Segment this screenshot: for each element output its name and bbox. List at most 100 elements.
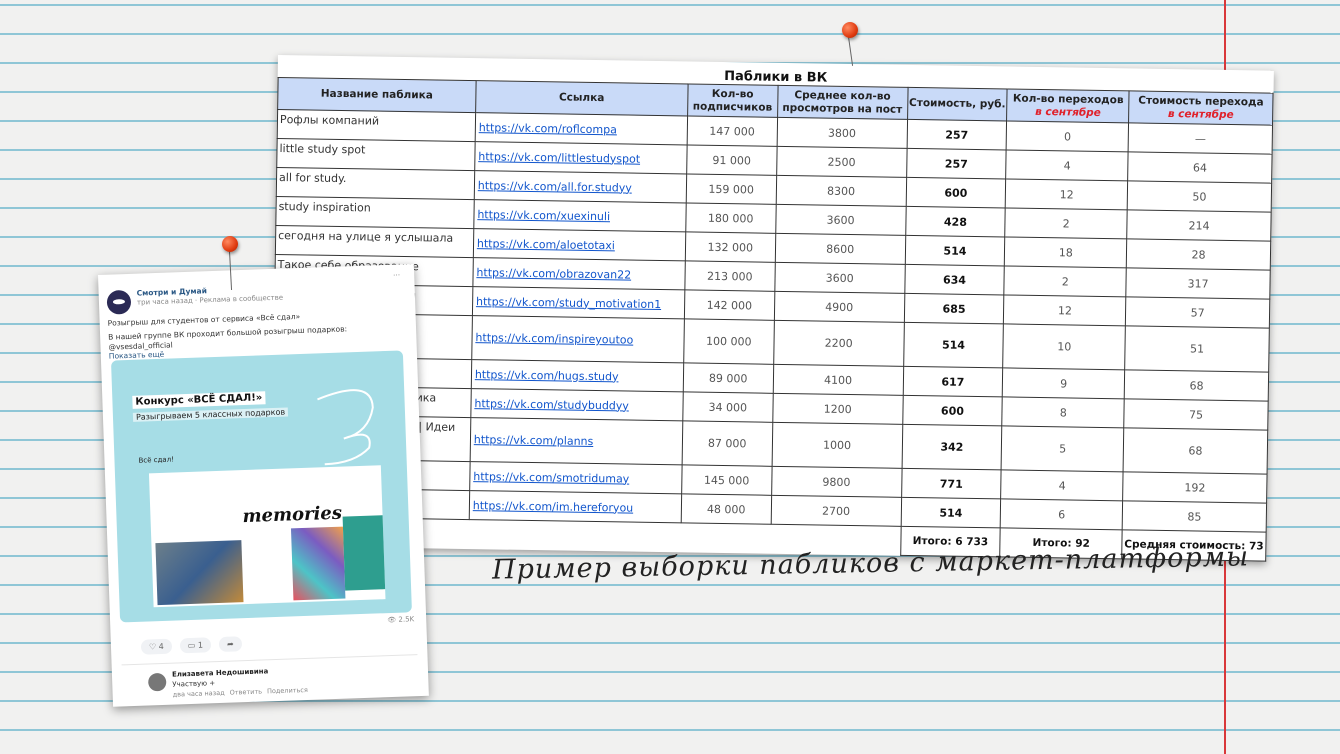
post-time: три часа назад: [136, 296, 193, 307]
cell-cost: 634: [904, 264, 1005, 295]
comment-text: Участвую +: [172, 679, 216, 689]
comment-icon: ▭: [187, 640, 196, 651]
divider: [121, 654, 418, 666]
cell-cpc: —: [1128, 122, 1273, 155]
cell-link[interactable]: https://vk.com/littlestudyspot: [474, 141, 687, 174]
cell-link[interactable]: https://vk.com/xuexinuli: [473, 199, 687, 232]
collage-poster: [290, 526, 346, 601]
cell-clicks: 2: [1005, 207, 1128, 239]
collage-book: [342, 515, 386, 591]
cell-cost: 514: [904, 235, 1006, 266]
comments-count: 1: [197, 640, 204, 650]
cell-subs: 213 000: [684, 260, 776, 292]
cell-subs: 87 000: [681, 420, 773, 467]
views-count: 👁 2.5K: [387, 615, 415, 625]
push-pin-icon: [842, 22, 858, 38]
cell-subs: 100 000: [683, 318, 775, 365]
more-options-icon[interactable]: ···: [393, 270, 400, 279]
brand-logo: Всё сдал!: [138, 455, 175, 465]
cell-subs: 159 000: [686, 173, 777, 205]
cell-link[interactable]: https://vk.com/obrazovan22: [472, 257, 686, 290]
cell-link[interactable]: https://vk.com/smotridumay: [469, 461, 682, 494]
cell-link[interactable]: https://vk.com/roflcompa: [475, 112, 688, 145]
cell-subs: 180 000: [685, 202, 776, 234]
cell-cpc: 68: [1124, 369, 1269, 402]
cell-clicks: 12: [1003, 294, 1127, 326]
cell-clicks: 5: [1001, 425, 1124, 472]
cell-cpc: 51: [1124, 325, 1270, 373]
header-clicks-label: Кол-во переходов: [1012, 92, 1124, 107]
ad-label: Реклама в сообществе: [199, 293, 284, 305]
cell-views: 4900: [774, 291, 905, 323]
header-link: Ссылка: [475, 80, 688, 116]
like-button[interactable]: ♡ 4: [140, 638, 173, 655]
cell-cpc: 57: [1125, 296, 1270, 329]
cell-clicks: 4: [1001, 469, 1124, 501]
cell-views: 3600: [775, 204, 906, 236]
comment-time: два часа назад: [172, 688, 225, 699]
contest-title: Конкурс «ВСЁ СДАЛ!»: [132, 391, 266, 409]
cell-subs: 91 000: [686, 144, 777, 176]
cell-link[interactable]: https://vk.com/studybuddyy: [470, 388, 684, 421]
cell-cpc: 68: [1123, 427, 1268, 475]
cell-cost: 771: [901, 468, 1002, 499]
cell-name: study inspiration: [275, 196, 475, 229]
group-avatar: [106, 289, 132, 315]
memories-label: memories: [242, 502, 343, 528]
cell-subs: 34 000: [682, 391, 773, 423]
reply-link[interactable]: Ответить: [230, 688, 263, 697]
cell-cost: 514: [903, 322, 1004, 368]
comment-button[interactable]: ▭ 1: [179, 637, 212, 654]
cell-views: 8600: [775, 233, 906, 265]
cell-cost: 685: [903, 293, 1005, 324]
cell-name: all for study.: [276, 167, 475, 200]
cell-clicks: 0: [1006, 120, 1129, 152]
cell-subs: 145 000: [681, 464, 772, 496]
cell-link[interactable]: https://vk.com/all.for.studyy: [474, 170, 687, 203]
cell-link[interactable]: https://vk.com/aloetotaxi: [473, 228, 686, 261]
cell-views: 4100: [772, 364, 904, 396]
cell-link[interactable]: https://vk.com/planns: [470, 417, 683, 465]
cell-cpc: 85: [1122, 500, 1267, 533]
cell-link[interactable]: https://vk.com/study_motivation1: [472, 286, 685, 319]
header-subs: Кол-во подписчиков: [687, 83, 778, 118]
cell-clicks: 6: [1000, 498, 1123, 530]
cell-name: сегодня на улице я услышала: [275, 225, 474, 258]
cell-cpc: 64: [1127, 151, 1273, 184]
cell-name: little study spot: [276, 138, 476, 171]
cell-cpc: 75: [1123, 398, 1269, 431]
share-button[interactable]: ➦: [218, 636, 242, 652]
cell-link[interactable]: https://vk.com/hugs.study: [471, 359, 684, 392]
header-cpc-sub: в сентябре: [1167, 107, 1234, 121]
cell-subs: 89 000: [683, 362, 774, 394]
cell-cost: 617: [902, 366, 1004, 397]
commenter-name[interactable]: Елизавета Недошивина: [172, 667, 269, 678]
cell-clicks: 10: [1003, 323, 1126, 370]
cell-views: 1000: [771, 422, 903, 469]
cell-name: Рофлы компаний: [277, 109, 476, 142]
cell-subs: 48 000: [680, 493, 772, 525]
post-actions: ♡ 4 ▭ 1 ➦: [140, 636, 242, 655]
cell-link[interactable]: https://vk.com/im.hereforyou: [469, 490, 682, 523]
post-image[interactable]: Конкурс «ВСЁ СДАЛ!» Разыгрываем 5 классн…: [110, 350, 412, 623]
share-icon: ➦: [226, 639, 234, 649]
cell-clicks: 2: [1004, 265, 1127, 297]
share-link[interactable]: Поделиться: [267, 686, 308, 695]
cell-subs: 142 000: [684, 289, 775, 321]
cell-cpc: 214: [1126, 209, 1272, 242]
collage-photo: [155, 540, 244, 606]
cell-clicks: 18: [1004, 236, 1127, 268]
views-value: 2.5K: [398, 615, 415, 624]
cell-views: 1200: [772, 393, 903, 425]
cell-link[interactable]: https://vk.com/inspireyoutoo: [471, 315, 685, 363]
pin-needle: [847, 36, 854, 66]
cell-views: 3800: [776, 117, 908, 149]
likes-count: 4: [158, 641, 164, 652]
cell-views: 9800: [771, 466, 902, 498]
cell-cost: 600: [902, 395, 1003, 426]
cell-cpc: 50: [1127, 180, 1272, 213]
cell-cost: 514: [900, 497, 1002, 528]
cell-cost: 342: [901, 424, 1003, 470]
header-clicks-sub: в сентябре: [1035, 105, 1101, 119]
header-clicks: Кол-во переходов в сентябре: [1006, 88, 1130, 123]
